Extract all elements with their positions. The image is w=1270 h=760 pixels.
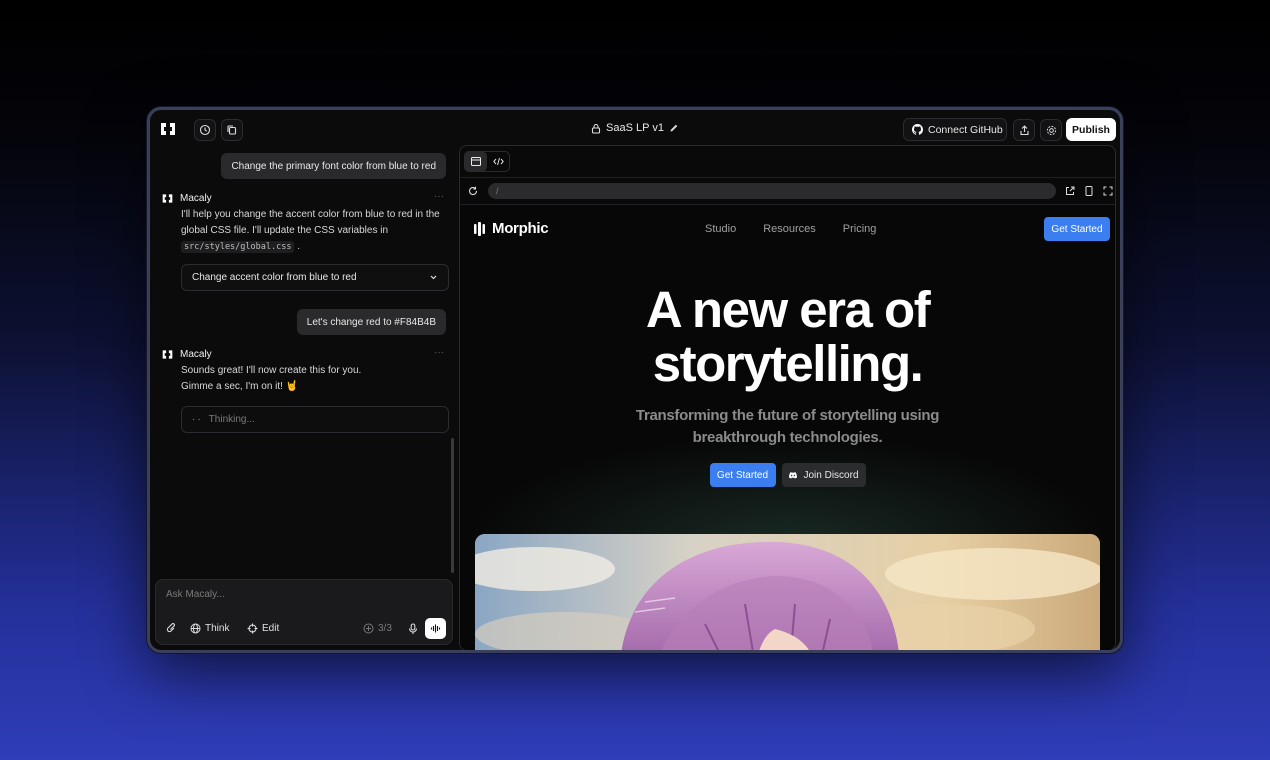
share-button[interactable] bbox=[1013, 119, 1035, 141]
view-toggle bbox=[464, 151, 510, 172]
chevron-down-icon bbox=[430, 275, 437, 280]
hero-subtitle: Transforming the future of storytelling … bbox=[635, 407, 940, 446]
site-logo[interactable]: Morphic bbox=[473, 220, 549, 237]
mobile-icon[interactable] bbox=[1085, 186, 1093, 196]
hero-buttons: Get Started Join Discord bbox=[460, 463, 1115, 487]
site-brand: Morphic bbox=[492, 220, 549, 237]
mic-icon bbox=[408, 623, 418, 634]
app-window: SaaS LP v1 Connect GitHub Publish Change… bbox=[147, 107, 1123, 653]
assistant-name: Macaly bbox=[180, 193, 212, 204]
site-get-started-button[interactable]: Get Started bbox=[1044, 217, 1110, 241]
github-icon bbox=[912, 124, 923, 135]
waveform-icon bbox=[430, 624, 441, 633]
assistant-message-1: I'll help you change the accent color fr… bbox=[181, 209, 440, 253]
paperclip-icon bbox=[166, 623, 175, 633]
user-message-2: Let's change red to #F84B4B bbox=[296, 309, 446, 335]
voice-send-button[interactable] bbox=[425, 618, 446, 639]
top-bar: SaaS LP v1 Connect GitHub Publish bbox=[150, 110, 1120, 148]
refresh-icon[interactable] bbox=[468, 186, 478, 196]
code-icon bbox=[492, 157, 504, 166]
think-label: Think bbox=[205, 623, 230, 634]
credits-counter: 3/3 bbox=[363, 623, 392, 634]
assistant-message-2: Sounds great! I'll now create this for y… bbox=[181, 365, 362, 392]
divider bbox=[460, 177, 1115, 178]
assistant-name: Macaly bbox=[180, 349, 212, 360]
morphic-logo-icon bbox=[474, 221, 485, 236]
browser-icon bbox=[471, 157, 481, 166]
nav-resources[interactable]: Resources bbox=[763, 223, 816, 235]
publish-button[interactable]: Publish bbox=[1066, 118, 1116, 141]
lock-icon bbox=[591, 123, 601, 134]
file-path: src/styles/global.css bbox=[181, 241, 295, 253]
thinking-label: Thinking... bbox=[208, 414, 255, 425]
task-label: Change accent color from blue to red bbox=[192, 272, 357, 283]
gear-icon bbox=[1046, 125, 1056, 135]
project-title-text: SaaS LP v1 bbox=[606, 122, 664, 134]
tab-preview[interactable] bbox=[465, 152, 487, 171]
join-discord-label: Join Discord bbox=[803, 469, 859, 481]
settings-button[interactable] bbox=[1040, 119, 1062, 141]
task-card[interactable]: Change accent color from blue to red bbox=[181, 264, 449, 291]
more-options-icon[interactable]: ··· bbox=[434, 191, 444, 202]
hero-get-started-button[interactable]: Get Started bbox=[709, 463, 776, 487]
fullscreen-icon[interactable] bbox=[1103, 186, 1113, 196]
chat-composer: Think Edit 3/3 bbox=[155, 579, 453, 645]
edit-button[interactable]: Edit bbox=[247, 623, 279, 634]
mic-button[interactable] bbox=[408, 623, 418, 635]
loading-dots-icon: ·· bbox=[192, 414, 203, 425]
chat-panel: Change the primary font color from blue … bbox=[150, 148, 456, 650]
hero-illustration bbox=[475, 534, 1100, 650]
anime-character-illustration bbox=[475, 534, 1100, 650]
edit-target-icon bbox=[247, 623, 258, 634]
url-bar bbox=[464, 182, 1113, 200]
edit-label: Edit bbox=[262, 623, 280, 634]
attach-button[interactable] bbox=[166, 623, 177, 634]
tab-code[interactable] bbox=[487, 152, 509, 171]
nav-pricing[interactable]: Pricing bbox=[843, 223, 877, 235]
share-icon bbox=[1019, 124, 1029, 135]
site-preview: Morphic Studio Resources Pricing Get Sta… bbox=[460, 205, 1115, 650]
nav-studio[interactable]: Studio bbox=[705, 223, 736, 235]
connect-github-label: Connect GitHub bbox=[928, 123, 1003, 136]
credits-label: 3/3 bbox=[378, 623, 392, 634]
join-discord-button[interactable]: Join Discord bbox=[781, 463, 866, 487]
assistant-header-2: Macaly bbox=[161, 349, 212, 360]
globe-icon bbox=[190, 623, 201, 634]
macaly-logo-icon bbox=[162, 194, 173, 203]
external-link-icon[interactable] bbox=[1065, 186, 1075, 196]
pencil-icon[interactable] bbox=[669, 123, 679, 133]
thinking-indicator: ·· Thinking... bbox=[181, 406, 449, 433]
preview-panel: Morphic Studio Resources Pricing Get Sta… bbox=[459, 145, 1116, 650]
discord-icon bbox=[789, 472, 798, 479]
site-nav: Studio Resources Pricing bbox=[705, 223, 876, 235]
user-message-1: Change the primary font color from blue … bbox=[221, 153, 446, 179]
assistant-header-1: Macaly bbox=[161, 193, 212, 204]
connect-github-button[interactable]: Connect GitHub bbox=[903, 118, 1007, 141]
more-options-icon[interactable]: ··· bbox=[434, 347, 444, 358]
chat-scrollbar[interactable] bbox=[451, 438, 454, 573]
think-button[interactable]: Think bbox=[190, 623, 229, 634]
chat-input[interactable] bbox=[166, 589, 436, 600]
plus-circle-icon bbox=[363, 623, 374, 634]
macaly-logo-icon bbox=[162, 350, 173, 359]
hero-title: A new era of storytelling. bbox=[645, 281, 931, 392]
url-input[interactable] bbox=[488, 183, 1056, 199]
